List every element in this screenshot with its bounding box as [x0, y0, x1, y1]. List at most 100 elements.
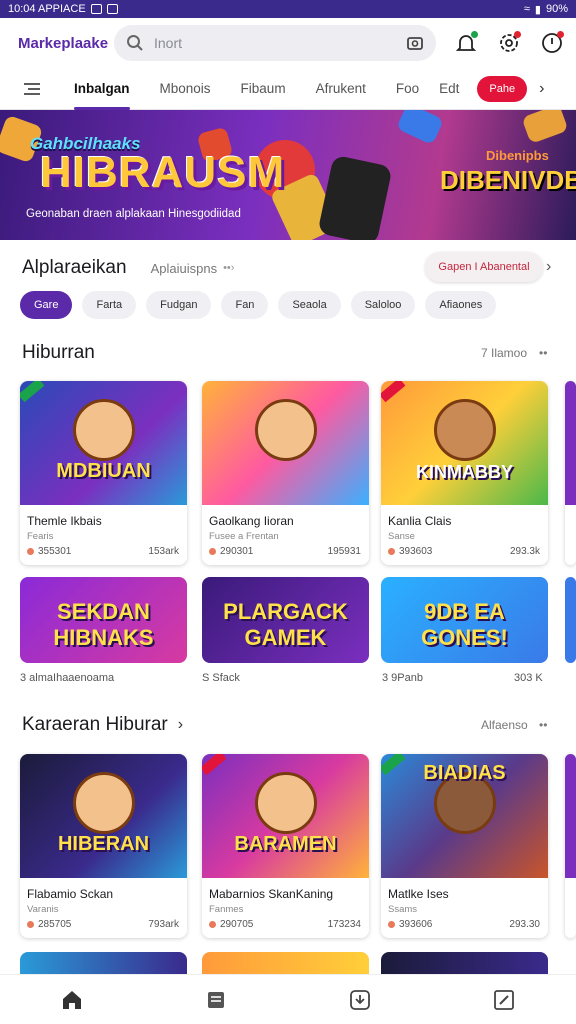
edit-icon[interactable] — [492, 988, 516, 1012]
chip-fudgan[interactable]: Fudgan — [146, 291, 212, 319]
character-art — [72, 772, 135, 834]
more-dots-icon[interactable]: •• — [539, 718, 547, 732]
app-downloads: 173234 — [327, 919, 361, 930]
app-publisher: Fearis — [27, 531, 54, 542]
app-publisher: Fanmes — [209, 904, 244, 915]
tab-edt[interactable]: Edt — [439, 68, 459, 110]
chevron-right-icon[interactable]: › — [178, 716, 183, 734]
app-name: Matlke Ises — [388, 887, 449, 901]
artwork-title: KINMABBY — [416, 462, 513, 482]
filter-chips: Gare Farta Fudgan Fan Seaola Saloloo Afi… — [20, 291, 497, 319]
app-artwork — [202, 381, 369, 505]
app-logo[interactable]: Markeplaake — [18, 35, 114, 52]
app-rating: 290705 — [209, 919, 253, 930]
app-artwork: MDBIUAN — [20, 381, 187, 505]
promo-banner[interactable]: Gahbcilhaaks HIBRAUSM Geonaban draen alp… — [0, 110, 576, 240]
game-tile[interactable]: 9DB EA GONES! — [381, 577, 548, 663]
search-icon — [127, 35, 143, 51]
app-downloads: 293.3k — [509, 546, 540, 557]
tile-title: SEKDAN HIBNAKS — [53, 599, 154, 650]
game-tile-partial[interactable] — [565, 577, 576, 663]
app-name: Themle Ikbais — [27, 514, 102, 528]
tab-inbalgan[interactable]: Inbalgan — [74, 68, 130, 110]
open-action-button[interactable]: Gapen I Abanental — [425, 252, 543, 282]
artwork-title: HIBERAN — [57, 833, 150, 855]
banner-right-title: DIBENIVDB — [440, 165, 576, 195]
banner-title: HIBRAUSM — [40, 148, 286, 197]
app-downloads: 195931 — [327, 546, 361, 557]
camera-icon[interactable] — [406, 34, 424, 52]
app-publisher: Ssams — [388, 904, 418, 915]
artwork-title: MDBIUAN — [56, 460, 151, 482]
app-name: Gaolkang Iioran — [209, 514, 294, 528]
chip-afiaones[interactable]: Afiaones — [425, 291, 497, 319]
app-rating: 285705 — [27, 919, 71, 930]
app-publisher: Sanse — [388, 531, 415, 542]
more-dots-icon[interactable]: •• — [539, 346, 547, 360]
section-subtitle[interactable]: Aplaiuispns — [151, 261, 218, 276]
chevron-right-icon[interactable]: › — [546, 258, 551, 276]
app-card[interactable]: BIADIAS Matlke Ises Ssams 393606 293.30 — [381, 754, 548, 938]
see-more-link[interactable]: 7 Ilamoo — [481, 346, 527, 360]
message-icon — [106, 4, 118, 14]
app-card-partial[interactable] — [565, 754, 576, 938]
chip-saloloo[interactable]: Saloloo — [350, 291, 416, 319]
tab-afrukent[interactable]: Afrukent — [316, 68, 366, 110]
character-art — [254, 772, 317, 834]
tab-mbonois[interactable]: Mbonois — [160, 68, 211, 110]
tab-fibaum[interactable]: Fibaum — [241, 68, 286, 110]
app-card[interactable]: MDBIUAN Themle Ikbais Fearis 355301 153ar… — [20, 381, 187, 565]
more-dots-icon[interactable]: ••› — [223, 262, 234, 274]
home-icon[interactable] — [60, 988, 84, 1012]
chip-fan[interactable]: Fan — [221, 291, 269, 319]
tile-title: 9DB EA GONES! — [421, 599, 508, 650]
profile-icon[interactable] — [540, 31, 564, 55]
tile-title: PLARGACK GAMEK — [223, 599, 348, 650]
game-tile[interactable]: PLARGACK GAMEK — [202, 577, 369, 663]
app-downloads: 293.30 — [509, 919, 540, 930]
app-artwork: KINMABBY — [381, 381, 548, 505]
settings-gear-icon[interactable] — [497, 31, 521, 55]
tile-caption: S Sfack — [202, 672, 240, 684]
chip-gare[interactable]: Gare — [20, 291, 73, 319]
tab-foo[interactable]: Foo — [396, 68, 419, 110]
artwork-title: BIADIAS — [423, 762, 506, 784]
chip-seaola[interactable]: Seaola — [278, 291, 341, 319]
gallery-icon — [90, 4, 102, 14]
app-name: Mabarnios SkanKaning — [209, 887, 334, 901]
app-card[interactable]: Gaolkang Iioran Fusee a Frentan 290301 19… — [202, 381, 369, 565]
chevron-right-icon[interactable]: › — [539, 80, 544, 98]
game-tile[interactable]: SEKDAN HIBNAKS — [20, 577, 187, 663]
app-card-peek[interactable] — [202, 952, 369, 974]
app-artwork: BIADIAS — [381, 754, 548, 878]
app-rating: 355301 — [27, 546, 71, 557]
bottom-navigation — [0, 974, 576, 1024]
signal-icon: ▮ — [534, 3, 541, 16]
library-icon[interactable] — [204, 988, 228, 1012]
section-title: Alplaraeikan — [22, 257, 127, 278]
app-card-partial[interactable] — [565, 381, 576, 565]
search-placeholder: Inort — [154, 35, 183, 51]
category-tabs: Inbalgan Mbonois Fibaum Afrukent Foo Edt… — [0, 68, 576, 110]
app-card-peek[interactable] — [381, 952, 548, 974]
tile-caption-count: 303 K — [514, 672, 543, 684]
app-card-peek[interactable] — [20, 952, 187, 974]
search-input[interactable]: Inort — [114, 25, 436, 61]
app-card[interactable]: KINMABBY Kanlia Clais Sanse 393603 293.3k — [381, 381, 548, 565]
tab-pill-button[interactable]: Pahe — [477, 75, 528, 102]
app-rating: 290301 — [209, 546, 253, 557]
app-card[interactable]: BARAMEN Mabarnios SkanKaning Fanmes 2907… — [202, 754, 369, 938]
see-more-link[interactable]: Alfaenso — [481, 718, 528, 732]
section-title[interactable]: Karaeran Hiburar — [22, 714, 168, 736]
tile-caption: 3 almaIhaaenoama — [20, 672, 115, 684]
chip-farta[interactable]: Farta — [82, 291, 137, 319]
download-icon[interactable] — [348, 988, 372, 1012]
app-name: Kanlia Clais — [388, 514, 452, 528]
menu-icon[interactable] — [22, 82, 42, 96]
app-publisher: Fusee a Frentan — [209, 531, 279, 542]
app-artwork: HIBERAN — [20, 754, 187, 878]
notification-bell-icon[interactable] — [454, 31, 478, 55]
wifi-icon: ≈ — [523, 3, 530, 15]
app-card[interactable]: HIBERAN Flabamio Sckan Varanis 285705 793… — [20, 754, 187, 938]
app-header: Markeplaake Inort — [0, 18, 576, 68]
